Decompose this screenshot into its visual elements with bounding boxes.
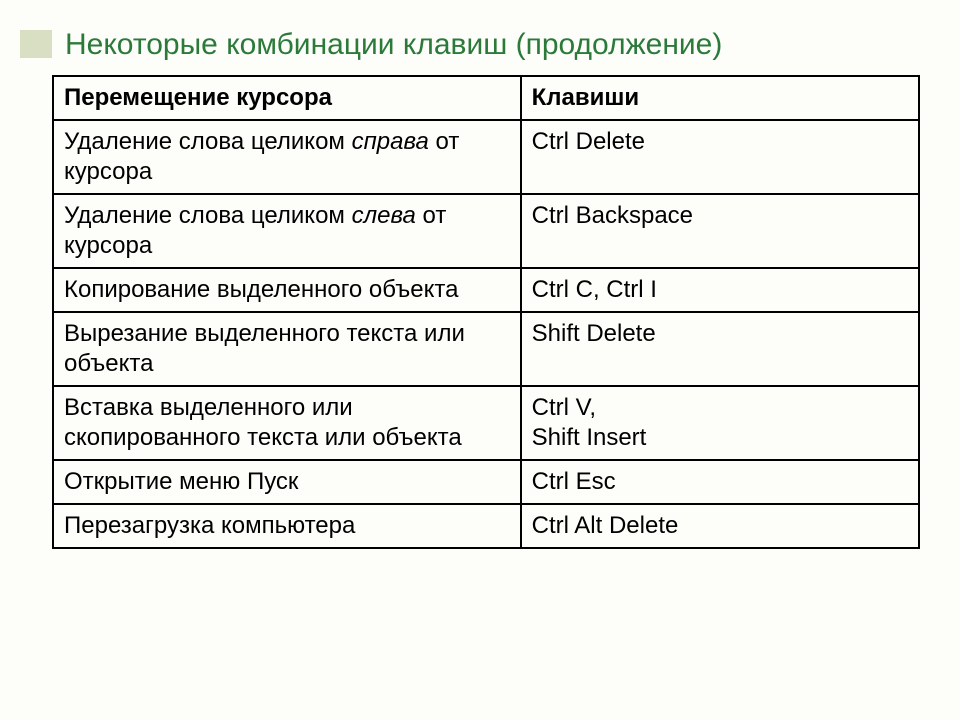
cell-keys: Ctrl V,Shift Insert — [521, 386, 919, 460]
table-row: Вставка выделенного или скопированного т… — [53, 386, 919, 460]
header-action: Перемещение курсора — [53, 76, 521, 120]
cell-keys: Ctrl C, Ctrl I — [521, 268, 919, 312]
table-row: Открытие меню ПускCtrl Esc — [53, 460, 919, 504]
cell-description: Копирование выделенного объекта — [53, 268, 521, 312]
cell-description: Удаление слова целиком слева от курсора — [53, 194, 521, 268]
cell-keys: Ctrl Esc — [521, 460, 919, 504]
cell-description: Перезагрузка компьютера — [53, 504, 521, 548]
cell-description: Вставка выделенного или скопированного т… — [53, 386, 521, 460]
slide-title: Некоторые комбинации клавиш (продолжение… — [65, 28, 722, 62]
cell-keys: Shift Delete — [521, 312, 919, 386]
table-header-row: Перемещение курсора Клавиши — [53, 76, 919, 120]
cell-keys: Ctrl Alt Delete — [521, 504, 919, 548]
accent-bar — [20, 30, 52, 58]
table-row: Вырезание выделенного текста или объекта… — [53, 312, 919, 386]
table-row: Удаление слова целиком справа от курсора… — [53, 120, 919, 194]
table-row: Удаление слова целиком слева от курсораC… — [53, 194, 919, 268]
shortcuts-table: Перемещение курсора Клавиши Удаление сло… — [52, 75, 920, 549]
cell-keys: Ctrl Delete — [521, 120, 919, 194]
cell-description: Вырезание выделенного текста или объекта — [53, 312, 521, 386]
table-row: Копирование выделенного объектаCtrl C, C… — [53, 268, 919, 312]
cell-keys: Ctrl Backspace — [521, 194, 919, 268]
header-keys: Клавиши — [521, 76, 919, 120]
cell-description: Удаление слова целиком справа от курсора — [53, 120, 521, 194]
table-row: Перезагрузка компьютераCtrl Alt Delete — [53, 504, 919, 548]
cell-description: Открытие меню Пуск — [53, 460, 521, 504]
